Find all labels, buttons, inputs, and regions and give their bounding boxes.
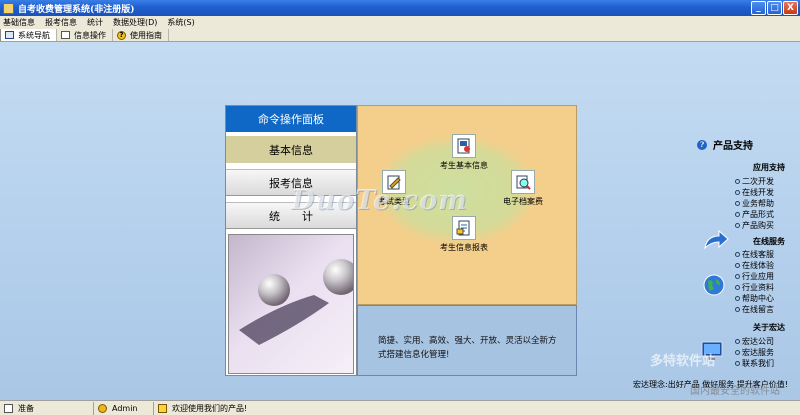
link-hongda-service[interactable]: 宏达服务 (735, 347, 774, 358)
minimize-button[interactable]: _ (751, 1, 766, 15)
link-secondary-development[interactable]: 二次开发 (735, 176, 774, 187)
status-user-cell: Admin (94, 401, 154, 415)
document-icon (61, 31, 70, 39)
tab-user-guide[interactable]: ? 使用指南 (113, 29, 169, 41)
magnifier-icon (511, 170, 535, 194)
menu-bar: 基础信息 报考信息 统计 数据处理(D) 系统(S) (0, 16, 800, 29)
welcome-icon (158, 403, 167, 413)
link-online-support[interactable]: 在线客服 (735, 249, 774, 260)
main-area: 命令操作面板 基本信息 报考信息 统计 考生基本信息 考试类型 电子档案费 考生… (0, 42, 800, 400)
section-about-hongda: 关于宏达 (753, 323, 785, 332)
status-state: 准备 (18, 403, 34, 413)
support-title-label: 产品支持 (713, 141, 753, 152)
product-support-title: ? 产品支持 (697, 137, 753, 152)
duote-watermark: DuoTe.com (291, 185, 468, 216)
title-bar: 自考收费管理系统(非注册版) _ □ X (0, 0, 800, 16)
decorative-spheres-image (228, 234, 354, 374)
section-online-service: 在线服务 (753, 237, 785, 246)
link-hongda-company[interactable]: 宏达公司 (735, 336, 774, 347)
window-title: 自考收费管理系统(非注册版) (18, 4, 135, 15)
status-message: 欢迎使用我们的产品! (172, 403, 248, 413)
maximize-button[interactable]: □ (767, 1, 782, 15)
menu-basic-info[interactable]: 基础信息 (3, 17, 35, 28)
node-student-report[interactable]: 考生信息报表 (440, 216, 488, 253)
node-label: 考生基本信息 (440, 161, 488, 170)
node-label: 电子档案费 (503, 197, 543, 206)
user-icon (98, 403, 107, 413)
corner-watermark-secondary: 国内最安全的软件站 (690, 386, 780, 397)
link-contact-us[interactable]: 联系我们 (735, 358, 774, 369)
arrow-icon (704, 230, 729, 250)
monitor-icon (5, 31, 14, 39)
slogan-text: 简捷、实用、高效、强大、开放、灵活以全新方式搭建信息化管理! (378, 336, 557, 360)
question-icon: ? (697, 139, 707, 150)
student-info-icon (452, 134, 476, 158)
menu-data-processing[interactable]: 数据处理(D) (113, 17, 157, 28)
command-panel-header: 命令操作面板 (226, 106, 356, 132)
close-button[interactable]: X (783, 1, 798, 15)
link-industry-application[interactable]: 行业应用 (735, 271, 774, 282)
link-help-center[interactable]: 帮助中心 (735, 293, 774, 304)
link-product-purchase[interactable]: 产品购买 (735, 220, 774, 231)
slogan-panel: 简捷、实用、高效、强大、开放、灵活以全新方式搭建信息化管理! (357, 305, 577, 376)
ready-icon (4, 403, 13, 413)
node-label: 考生信息报表 (440, 243, 488, 252)
tab-label: 信息操作 (74, 30, 106, 40)
corner-watermark: 多特软件站 (650, 354, 716, 369)
node-student-basic-info[interactable]: 考生基本信息 (440, 134, 488, 171)
toolbar-tabs: 系统导航 信息操作 ? 使用指南 (0, 29, 800, 42)
tab-info-operation[interactable]: 信息操作 (57, 29, 113, 41)
link-product-form[interactable]: 产品形式 (735, 209, 774, 220)
menu-statistics[interactable]: 统计 (87, 17, 103, 28)
status-bar: 准备 Admin 欢迎使用我们的产品! (0, 400, 800, 415)
menu-system[interactable]: 系统(S) (167, 17, 194, 28)
link-industry-materials[interactable]: 行业资料 (735, 282, 774, 293)
link-online-experience[interactable]: 在线体验 (735, 260, 774, 271)
app-icon (3, 2, 14, 14)
status-state-cell: 准备 (0, 401, 94, 415)
globe-icon (703, 274, 725, 296)
link-business-help[interactable]: 业务帮助 (735, 198, 774, 209)
tab-label: 使用指南 (130, 30, 162, 40)
command-panel: 命令操作面板 基本信息 报考信息 统计 (225, 105, 357, 376)
node-electronic-file-fee[interactable]: 电子档案费 (503, 170, 543, 207)
report-icon (452, 216, 476, 240)
link-online-development[interactable]: 在线开发 (735, 187, 774, 198)
help-icon: ? (117, 30, 126, 40)
tab-label: 系统导航 (18, 30, 50, 40)
menu-registration-info[interactable]: 报考信息 (45, 17, 77, 28)
status-message-cell: 欢迎使用我们的产品! (154, 402, 251, 415)
section-application-support: 应用支持 (753, 163, 785, 172)
link-online-message[interactable]: 在线留言 (735, 304, 774, 315)
window-controls: _ □ X (751, 1, 798, 15)
status-user: Admin (112, 403, 138, 413)
basic-info-button[interactable]: 基本信息 (226, 136, 356, 163)
tab-system-navigation[interactable]: 系统导航 (0, 29, 57, 41)
